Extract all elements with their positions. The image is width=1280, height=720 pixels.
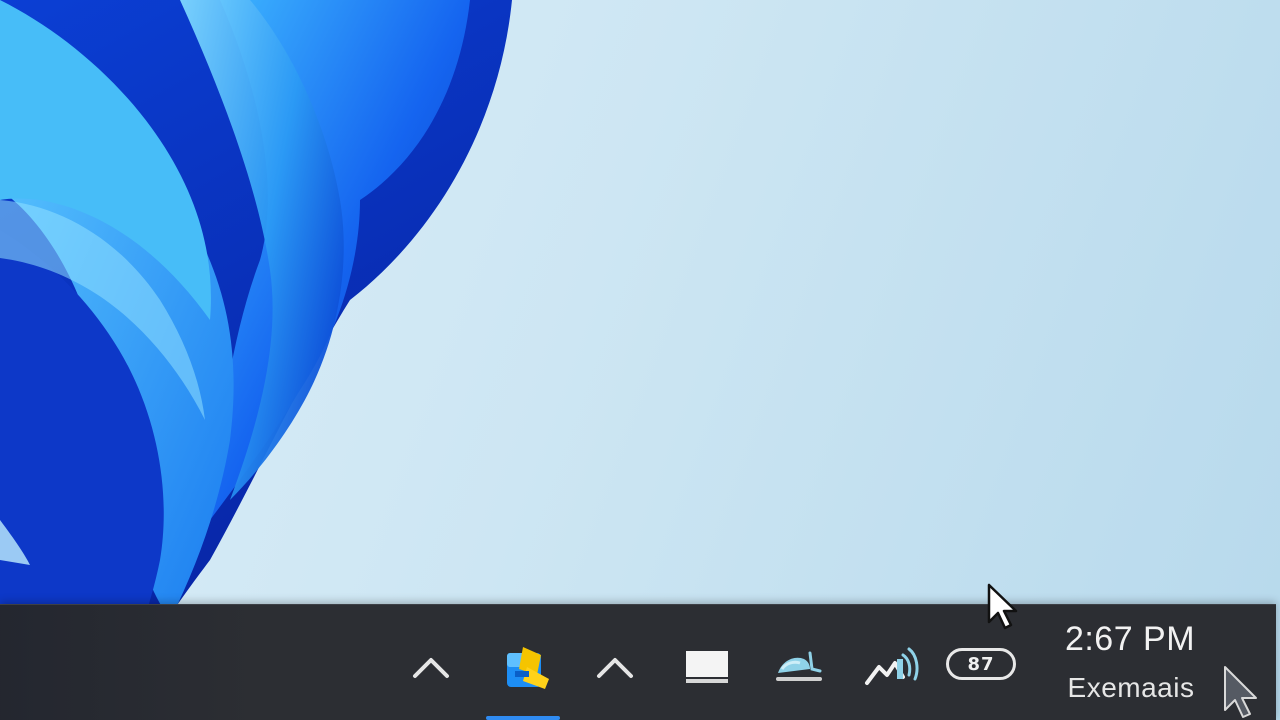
battery-label: 87: [967, 653, 995, 675]
mouse-cursor-icon: [1224, 666, 1257, 718]
chevron-up-button[interactable]: [588, 640, 642, 694]
sound-icon: [865, 647, 919, 685]
display-icon: [686, 651, 728, 683]
taskbar-shade: [0, 605, 260, 720]
network-button[interactable]: [770, 640, 828, 694]
desktop: 87 2:67 PM Exemaais: [0, 0, 1280, 720]
chevron-up-icon: [597, 658, 633, 678]
show-hidden-icons-button[interactable]: [404, 640, 458, 694]
file-explorer-button[interactable]: [498, 640, 558, 696]
active-app-indicator: [486, 716, 560, 720]
display-button[interactable]: [680, 640, 734, 694]
clock-date[interactable]: Exemaais: [1036, 672, 1226, 704]
battery-indicator[interactable]: 87: [946, 648, 1016, 680]
wifi-icon: [776, 651, 822, 681]
volume-button[interactable]: [862, 640, 920, 694]
file-explorer-icon: [507, 647, 549, 689]
mouse-cursor-icon: [987, 583, 1018, 630]
clock-time[interactable]: 2:67 PM: [1040, 620, 1220, 659]
chevron-up-icon: [413, 658, 449, 678]
